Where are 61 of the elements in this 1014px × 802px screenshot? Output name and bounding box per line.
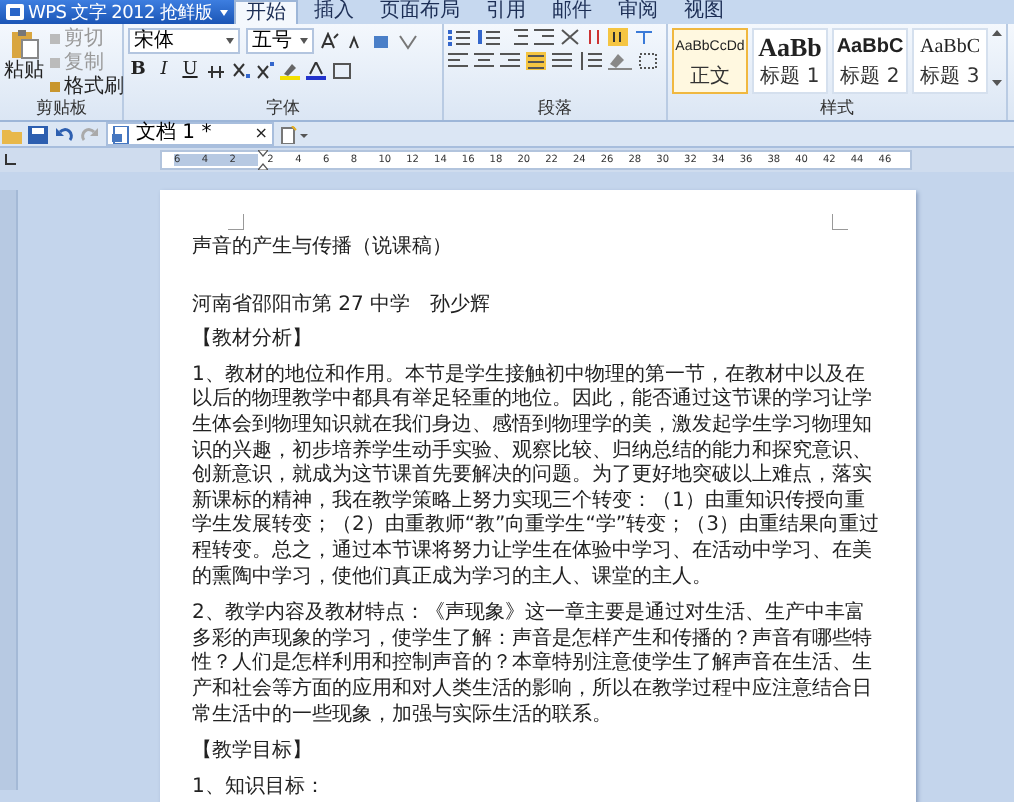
app-menu-button[interactable]: WPS 文字 2012 抢鲜版 bbox=[0, 0, 235, 24]
numbering-icon[interactable] bbox=[478, 28, 502, 46]
style-preset[interactable]: AaBbC 标题 3 bbox=[912, 28, 988, 94]
close-tab-button[interactable]: × bbox=[254, 126, 268, 142]
section-heading: 【教材分析】 bbox=[192, 328, 314, 354]
font-color-icon[interactable] bbox=[306, 61, 326, 79]
section-heading: 【教学目标】 bbox=[192, 740, 314, 766]
font-name-field[interactable]: 宋体 bbox=[128, 28, 240, 54]
grow-font-icon[interactable] bbox=[320, 32, 340, 50]
undo-icon[interactable] bbox=[54, 125, 74, 143]
ribbon-tab[interactable]: 插入 bbox=[304, 0, 365, 24]
author-line: 河南省邵阳市第 27 中学 孙少辉 bbox=[192, 293, 493, 319]
tab-stop-icon[interactable] bbox=[4, 154, 16, 166]
margin-corner-icon bbox=[832, 214, 848, 230]
clipboard-icon bbox=[8, 28, 40, 60]
group-label: 样式 bbox=[818, 101, 856, 119]
italic-button[interactable]: I bbox=[154, 60, 174, 80]
bullets-icon[interactable] bbox=[448, 28, 472, 46]
bold-button[interactable]: B bbox=[128, 60, 148, 80]
group-label: 字体 bbox=[264, 101, 302, 119]
document-tab[interactable]: 文档 1 * × bbox=[106, 122, 274, 146]
show-marks-icon[interactable] bbox=[608, 28, 628, 46]
indent-marker-icon[interactable] bbox=[257, 150, 268, 170]
paste-button[interactable]: 粘贴 bbox=[4, 28, 44, 100]
body-paragraph: 2、教学内容及教材特点：《声现象》这一章主要是通过对生活、生产中丰富多彩的声现象的学习，使学生了解：声音是怎样产生和传播的？声音有哪些特性？人们是怎样利用和控制声音的？本章特别注意使学生了解声音在生活、生产和社会等方面的应用和对人类生活的影响，所以在教学过程中应注意结合日常生活中的一些现象，加强与实际生活的联系。 bbox=[192, 602, 874, 729]
save-icon[interactable] bbox=[28, 125, 48, 143]
line-spacing-icon[interactable] bbox=[578, 52, 602, 70]
document-title: 声音的产生与传播（说课稿） bbox=[192, 236, 454, 262]
ribbon-tab[interactable]: 视图 bbox=[674, 0, 735, 24]
justify-icon[interactable] bbox=[526, 52, 546, 70]
align-center-icon[interactable] bbox=[474, 52, 494, 70]
align-left-icon[interactable] bbox=[448, 52, 468, 70]
body-paragraph: 1、教材的地位和作用。本节是学生接触初中物理的第一节，在教材中以及在以后的物理教学中都具有举足轻重的地位。因此，能否通过这节课的学习让学生体会到物理知识就在我们身边、感悟到物理学的美，激发起学生学习物理知识的兴趣，初步培养学生动手实验、观察比较、归纳总结的能力和探究意识、创新意识，就成为这节课首先要解决的问题。为了更好地突破以上难点，落实新课标的精神，我在教学策略上努力实现三个转变：（1）由重知识传授向重学生发展转变；（2）由重教师“教”向重学生“学”转变；（3）由重结果向重过程转变。总之，通过本节课将努力让学生在体验中学习、在活动中学习、在美的熏陶中学习，使他们真正成为学习的主人、课堂的主人。 bbox=[192, 363, 881, 591]
strikethrough-icon[interactable] bbox=[206, 61, 226, 79]
group-label: 段落 bbox=[536, 101, 574, 119]
chinese-layout-icon[interactable] bbox=[560, 28, 580, 46]
decrease-indent-icon[interactable] bbox=[508, 28, 528, 46]
character-border-icon[interactable] bbox=[332, 61, 352, 79]
ribbon-tab[interactable]: 邮件 bbox=[542, 0, 603, 24]
style-preset[interactable]: AaBbC 标题 2 bbox=[832, 28, 908, 94]
align-right-icon[interactable] bbox=[500, 52, 520, 70]
text-direction-icon[interactable] bbox=[634, 28, 654, 46]
distributed-icon[interactable] bbox=[552, 52, 572, 70]
underline-button[interactable]: U bbox=[180, 60, 200, 80]
increase-indent-icon[interactable] bbox=[534, 28, 554, 46]
group-label: 剪贴板 bbox=[33, 101, 89, 119]
ribbon-tab[interactable]: 引用 bbox=[476, 0, 537, 24]
format-painter-button[interactable]: 格式刷 bbox=[48, 76, 124, 98]
ribbon-tab[interactable]: 页面布局 bbox=[370, 0, 471, 24]
app-logo-icon bbox=[6, 4, 24, 20]
superscript-icon[interactable] bbox=[256, 61, 274, 79]
new-document-icon[interactable] bbox=[280, 125, 308, 143]
margin-corner-icon bbox=[228, 214, 244, 230]
font-size-field[interactable]: 五号 bbox=[246, 28, 314, 54]
document-icon bbox=[112, 125, 130, 143]
highlight-icon[interactable] bbox=[280, 61, 300, 79]
style-preset[interactable]: AaBb 标题 1 bbox=[752, 28, 828, 94]
ribbon-tab[interactable]: 开始 bbox=[234, 0, 299, 24]
body-paragraph: 1、知识目标： bbox=[192, 775, 327, 801]
subscript-icon[interactable] bbox=[232, 61, 250, 79]
borders-icon[interactable] bbox=[638, 52, 662, 70]
